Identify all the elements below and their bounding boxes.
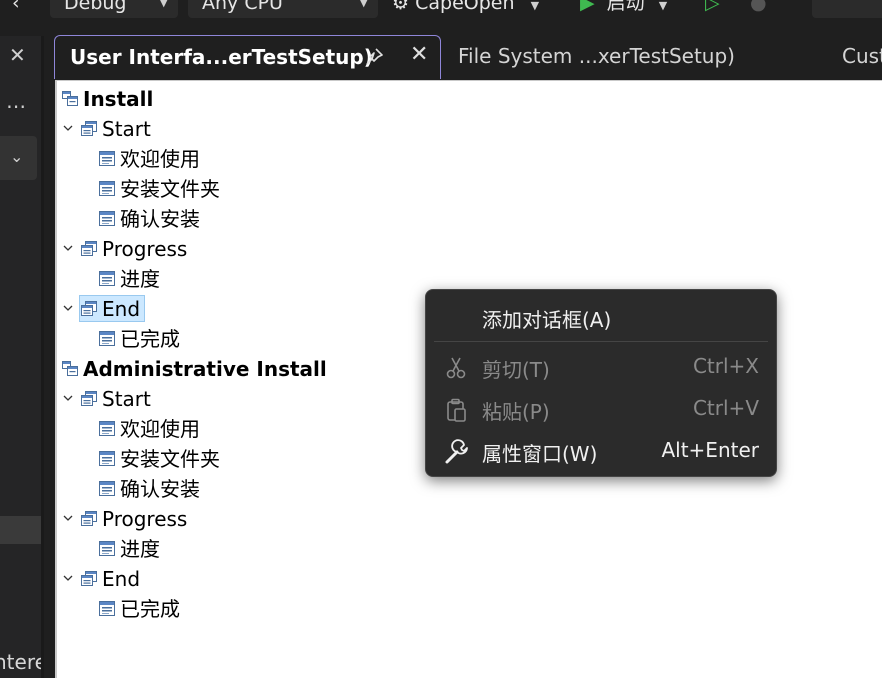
tree-node-label: Progress bbox=[102, 237, 188, 261]
tab-user-interface[interactable]: User Interfa...erTestSetup) ✕ bbox=[54, 35, 441, 79]
dialog-group-icon bbox=[81, 391, 97, 406]
dialog-group-icon bbox=[81, 301, 97, 316]
platform-label: Any CPU bbox=[202, 0, 283, 14]
close-tab-icon[interactable]: ✕ bbox=[410, 42, 428, 67]
config-dropdown[interactable]: Debug ▼ bbox=[50, 0, 178, 18]
start-without-debug-icon[interactable]: ▷ bbox=[705, 0, 720, 18]
menu-item-label: 添加对话框(A) bbox=[482, 308, 612, 332]
tree-node-label: 进度 bbox=[120, 267, 160, 291]
chevron-down-icon: ▼ bbox=[658, 0, 668, 12]
context-menu: 添加对话框(A) 剪切(T) Ctrl+X 粘贴(P) Ctrl+V 属性窗口(… bbox=[425, 289, 777, 477]
menu-item-label: 剪切(T) bbox=[482, 358, 550, 382]
tree-node-label: 进度 bbox=[120, 537, 160, 561]
dialog-group-icon bbox=[81, 121, 97, 136]
tree-node-label: Administrative Install bbox=[83, 357, 327, 381]
dialog-icon bbox=[99, 541, 115, 556]
clipboard-icon bbox=[447, 398, 466, 422]
panel-selected-row[interactable] bbox=[0, 516, 41, 544]
dialog-group-icon bbox=[81, 241, 97, 256]
menu-item-paste[interactable]: 粘贴(P) Ctrl+V bbox=[426, 391, 776, 427]
tree-node-label: End bbox=[102, 297, 141, 321]
chevron-down-icon[interactable] bbox=[63, 393, 73, 403]
pin-icon[interactable] bbox=[363, 46, 385, 68]
config-label: Debug bbox=[64, 0, 127, 14]
dialog-icon bbox=[99, 451, 115, 466]
dialog-icon bbox=[99, 271, 115, 286]
play-icon: ▶ bbox=[580, 0, 595, 14]
chevron-down-icon[interactable] bbox=[63, 303, 73, 313]
tree-node-label: 欢迎使用 bbox=[120, 147, 200, 171]
menu-item-label: 粘贴(P) bbox=[482, 400, 550, 424]
tree-node-label: 确认安装 bbox=[120, 207, 200, 231]
top-toolbar: ‹ Debug ▼ Any CPU ▼ ⚙ CapeOpen ▼ ▶ 启动 ▼ … bbox=[0, 0, 882, 23]
dialog-icon bbox=[99, 481, 115, 496]
tree-node-label: 已完成 bbox=[120, 327, 180, 351]
platform-dropdown[interactable]: Any CPU ▼ bbox=[188, 0, 378, 18]
start-label: 启动 bbox=[606, 0, 645, 14]
gear-icon: ⚙ bbox=[392, 0, 410, 14]
tab-label: User Interfa...erTestSetup) bbox=[70, 45, 373, 69]
menu-item-cut[interactable]: 剪切(T) Ctrl+X bbox=[426, 349, 776, 385]
chevron-down-icon[interactable] bbox=[63, 123, 73, 133]
chevron-down-icon[interactable] bbox=[63, 573, 73, 583]
dialog-icon bbox=[99, 601, 115, 616]
dialog-icon bbox=[99, 181, 115, 196]
dialog-icon bbox=[99, 211, 115, 226]
tree-node-label: 安装文件夹 bbox=[120, 177, 220, 201]
menu-item-shortcut: Ctrl+V bbox=[692, 396, 759, 420]
chevron-down-icon: ⌄ bbox=[10, 147, 24, 166]
tree-node-label: 欢迎使用 bbox=[120, 417, 200, 441]
chevron-down-icon[interactable] bbox=[63, 513, 73, 523]
chevron-down-icon[interactable] bbox=[63, 243, 73, 253]
tree-node-label: 安装文件夹 bbox=[120, 447, 220, 471]
tree-node-label: Progress bbox=[102, 507, 188, 531]
install-root-icon bbox=[62, 361, 78, 376]
startup-project-dropdown[interactable]: ⚙ CapeOpen ▼ bbox=[392, 0, 539, 18]
menu-item-shortcut: Ctrl+X bbox=[692, 354, 759, 378]
startup-project-label: CapeOpen bbox=[415, 0, 515, 14]
tree-node-label: Start bbox=[102, 387, 151, 411]
tree-node-label: 确认安装 bbox=[120, 477, 200, 501]
menu-item-properties[interactable]: 属性窗口(W) Alt+Enter bbox=[426, 433, 776, 469]
dialog-icon bbox=[99, 331, 115, 346]
menu-item-add-dialog[interactable]: 添加对话框(A) bbox=[426, 299, 776, 335]
tab-file-system[interactable]: File System ...xerTestSetup) bbox=[458, 44, 735, 68]
more-options-icon[interactable]: ⋯ bbox=[6, 94, 27, 118]
close-icon[interactable]: ✕ bbox=[9, 45, 26, 65]
tree-node-label: Start bbox=[102, 117, 151, 141]
panel-splitter[interactable] bbox=[41, 36, 44, 678]
dialog-icon bbox=[99, 421, 115, 436]
menu-item-label: 属性窗口(W) bbox=[482, 442, 598, 466]
panel-dropdown[interactable]: ⌄ bbox=[0, 136, 37, 180]
left-tool-panel: ✕ ⋯ ⌄ ntere bbox=[0, 36, 41, 678]
back-chevron-icon[interactable]: ‹ bbox=[12, 0, 20, 18]
scissors-icon bbox=[446, 357, 466, 379]
chevron-down-icon: ▼ bbox=[530, 0, 540, 12]
tree-node-label: Install bbox=[83, 87, 154, 111]
tree-node-label: 已完成 bbox=[120, 597, 180, 621]
tab-custom[interactable]: Cust bbox=[842, 44, 882, 68]
toolbar-search-box[interactable] bbox=[812, 0, 882, 18]
chevron-down-icon: ▼ bbox=[159, 0, 168, 9]
dialog-icon bbox=[99, 151, 115, 166]
tree-node-label: End bbox=[102, 567, 141, 591]
dialog-group-icon bbox=[81, 511, 97, 526]
menu-item-shortcut: Alt+Enter bbox=[661, 438, 759, 462]
record-icon[interactable]: ● bbox=[750, 0, 767, 18]
start-debug-button[interactable]: ▶ 启动 ▼ bbox=[580, 0, 667, 18]
menu-separator bbox=[434, 341, 768, 342]
install-root-icon bbox=[62, 91, 78, 106]
chevron-down-icon: ▼ bbox=[359, 0, 368, 9]
wrench-icon bbox=[445, 439, 468, 464]
panel-text-fragment: ntere bbox=[0, 650, 41, 674]
dialog-group-icon bbox=[81, 571, 97, 586]
